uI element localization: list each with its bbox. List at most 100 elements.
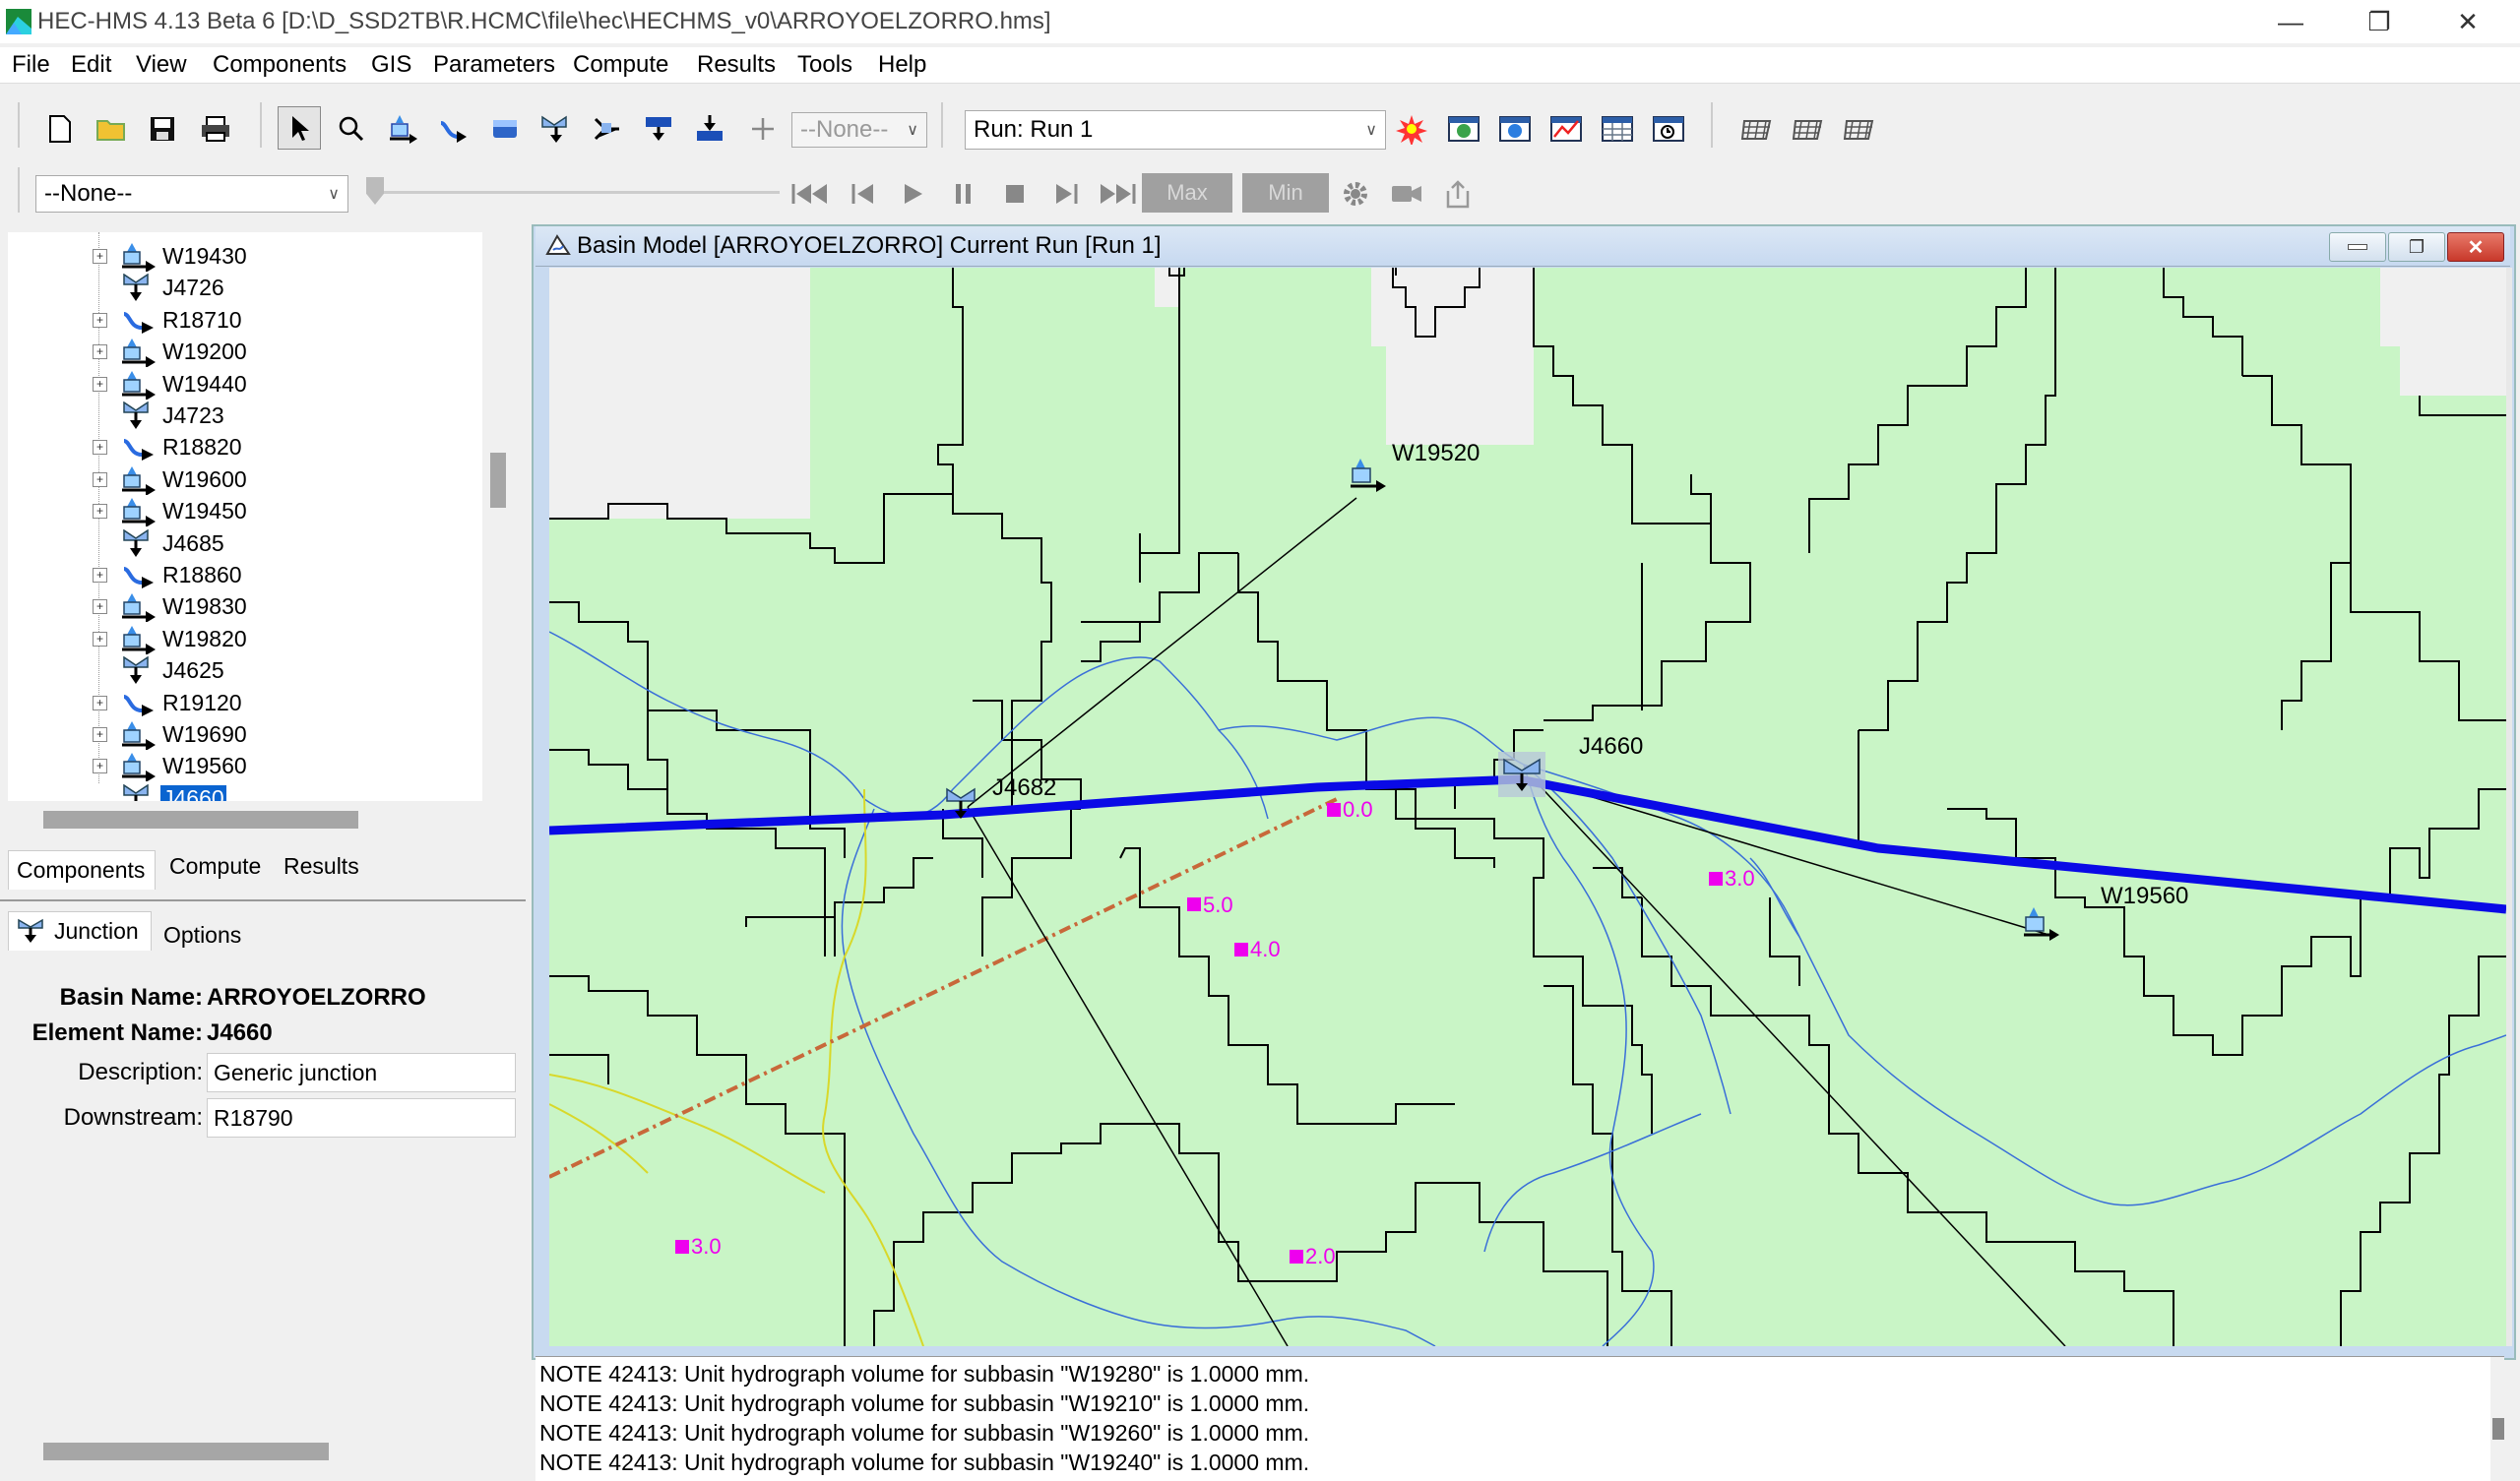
time-slider-thumb[interactable] [366, 177, 384, 205]
open-button[interactable] [91, 108, 132, 150]
run-select[interactable]: Run: Run 1 ∨ [965, 110, 1386, 150]
menu-components[interactable]: Components [213, 51, 346, 79]
tree-item[interactable]: + R19120 [8, 687, 471, 718]
tree-item[interactable]: + W19440 [8, 368, 471, 401]
diversion-tool-button[interactable] [587, 108, 628, 150]
tree-item[interactable]: + W19600 [8, 463, 471, 496]
gauge-marker[interactable] [1290, 1250, 1303, 1264]
summary-table-button[interactable] [1597, 108, 1638, 150]
menu-compute[interactable]: Compute [573, 51, 668, 79]
tree-item[interactable]: + W19690 [8, 718, 471, 751]
global-summary-button[interactable] [1443, 108, 1484, 150]
tree-item[interactable]: + W19560 [8, 750, 471, 783]
expand-icon[interactable]: + [93, 376, 107, 392]
tree-item[interactable]: + W19830 [8, 590, 471, 624]
tree-item[interactable]: + R18710 [8, 304, 471, 336]
tab-components[interactable]: Components [8, 850, 156, 890]
graph-button[interactable] [1545, 108, 1587, 150]
expand-icon[interactable]: + [93, 249, 107, 264]
gauge-marker[interactable] [1327, 803, 1341, 817]
tree-item[interactable]: J4723 [8, 400, 471, 431]
expand-icon[interactable]: + [93, 727, 107, 742]
tree-item[interactable]: J4685 [8, 527, 471, 559]
gauge-marker[interactable] [1709, 872, 1723, 886]
panel-divider[interactable] [0, 899, 526, 901]
minimize-button[interactable]: — [2248, 0, 2333, 43]
time-window-select[interactable]: --None-- ∨ [35, 175, 348, 213]
sink-tool-button[interactable] [689, 108, 730, 150]
grid-view-2-button[interactable] [1788, 108, 1829, 150]
grid-view-button[interactable] [1736, 108, 1778, 150]
menu-parameters[interactable]: Parameters [433, 51, 555, 79]
menu-edit[interactable]: Edit [71, 51, 111, 79]
menu-gis[interactable]: GIS [371, 51, 411, 79]
min-button[interactable]: Min [1242, 173, 1329, 213]
tree-item[interactable]: + W19430 [8, 240, 471, 273]
new-file-button[interactable] [39, 108, 81, 150]
step-back-button[interactable] [843, 173, 884, 215]
tree-vertical-scroll-thumb[interactable] [490, 453, 506, 508]
expand-icon[interactable]: + [93, 631, 107, 647]
first-step-button[interactable] [789, 173, 831, 215]
expand-icon[interactable]: + [93, 568, 107, 583]
tree-item[interactable]: + R18820 [8, 431, 471, 463]
junction-tool-button[interactable] [536, 108, 577, 150]
tab-options[interactable]: Options [156, 915, 249, 955]
menu-help[interactable]: Help [878, 51, 926, 79]
zoom-tool-button[interactable] [331, 108, 372, 150]
last-step-button[interactable] [1097, 173, 1138, 215]
expand-icon[interactable]: + [93, 471, 107, 487]
tree-vertical-scrollbar[interactable] [488, 232, 508, 801]
inner-close-button[interactable]: ✕ [2447, 232, 2504, 262]
tab-results[interactable]: Results [276, 846, 367, 886]
play-button[interactable] [892, 173, 933, 215]
tree-horizontal-scroll-thumb[interactable] [43, 811, 358, 829]
grid-view-3-button[interactable] [1839, 108, 1880, 150]
tree-item[interactable]: J4625 [8, 654, 471, 686]
gauge-marker[interactable] [675, 1240, 689, 1254]
properties-scroll-thumb[interactable] [43, 1443, 329, 1460]
tree-item[interactable]: + W19200 [8, 336, 471, 369]
add-point-button[interactable] [742, 108, 784, 150]
animation-settings-button[interactable] [1335, 173, 1376, 215]
arrow-tool-button[interactable] [278, 106, 321, 150]
tab-compute[interactable]: Compute [161, 846, 269, 886]
max-button[interactable]: Max [1142, 173, 1232, 213]
junction-j4660-element[interactable] [1498, 752, 1545, 797]
inner-restore-button[interactable]: ❐ [2388, 232, 2445, 262]
expand-icon[interactable]: + [93, 759, 107, 774]
element-select[interactable]: --None-- ∨ [791, 112, 927, 148]
record-button[interactable] [1386, 173, 1427, 215]
inner-minimize-button[interactable] [2329, 232, 2386, 262]
expand-icon[interactable]: + [93, 695, 107, 710]
compute-run-button[interactable] [1392, 108, 1433, 150]
time-slider-track[interactable] [366, 191, 780, 194]
expand-icon[interactable]: + [93, 312, 107, 328]
pause-button[interactable] [943, 173, 984, 215]
reservoir-tool-button[interactable] [484, 108, 526, 150]
close-button[interactable]: ✕ [2426, 0, 2510, 43]
tree-item[interactable]: J4726 [8, 272, 471, 303]
step-forward-button[interactable] [1045, 173, 1087, 215]
element-summary-button[interactable] [1494, 108, 1536, 150]
reach-tool-button[interactable] [433, 108, 474, 150]
source-tool-button[interactable] [638, 108, 679, 150]
expand-icon[interactable]: + [93, 344, 107, 360]
tree-item[interactable]: + W19820 [8, 623, 471, 655]
print-button[interactable] [195, 108, 236, 150]
gauge-marker[interactable] [1187, 897, 1201, 911]
menu-file[interactable]: File [12, 51, 50, 79]
description-field[interactable]: Generic junction [207, 1053, 516, 1092]
menu-results[interactable]: Results [697, 51, 776, 79]
expand-icon[interactable]: + [93, 599, 107, 615]
export-button[interactable] [1437, 173, 1479, 215]
basin-map-canvas[interactable]: 0.0 5.0 4.0 3.0 3.0 2.0 W19520 J4682 J46… [549, 268, 2506, 1346]
gauge-marker[interactable] [1234, 943, 1248, 956]
tree-item[interactable]: + W19450 [8, 495, 471, 528]
downstream-field[interactable]: R18790 [207, 1098, 516, 1138]
tab-junction[interactable]: Junction [8, 911, 152, 951]
expand-icon[interactable]: + [93, 440, 107, 456]
menu-view[interactable]: View [136, 51, 187, 79]
save-button[interactable] [142, 108, 183, 150]
restore-button[interactable]: ❐ [2337, 0, 2422, 43]
